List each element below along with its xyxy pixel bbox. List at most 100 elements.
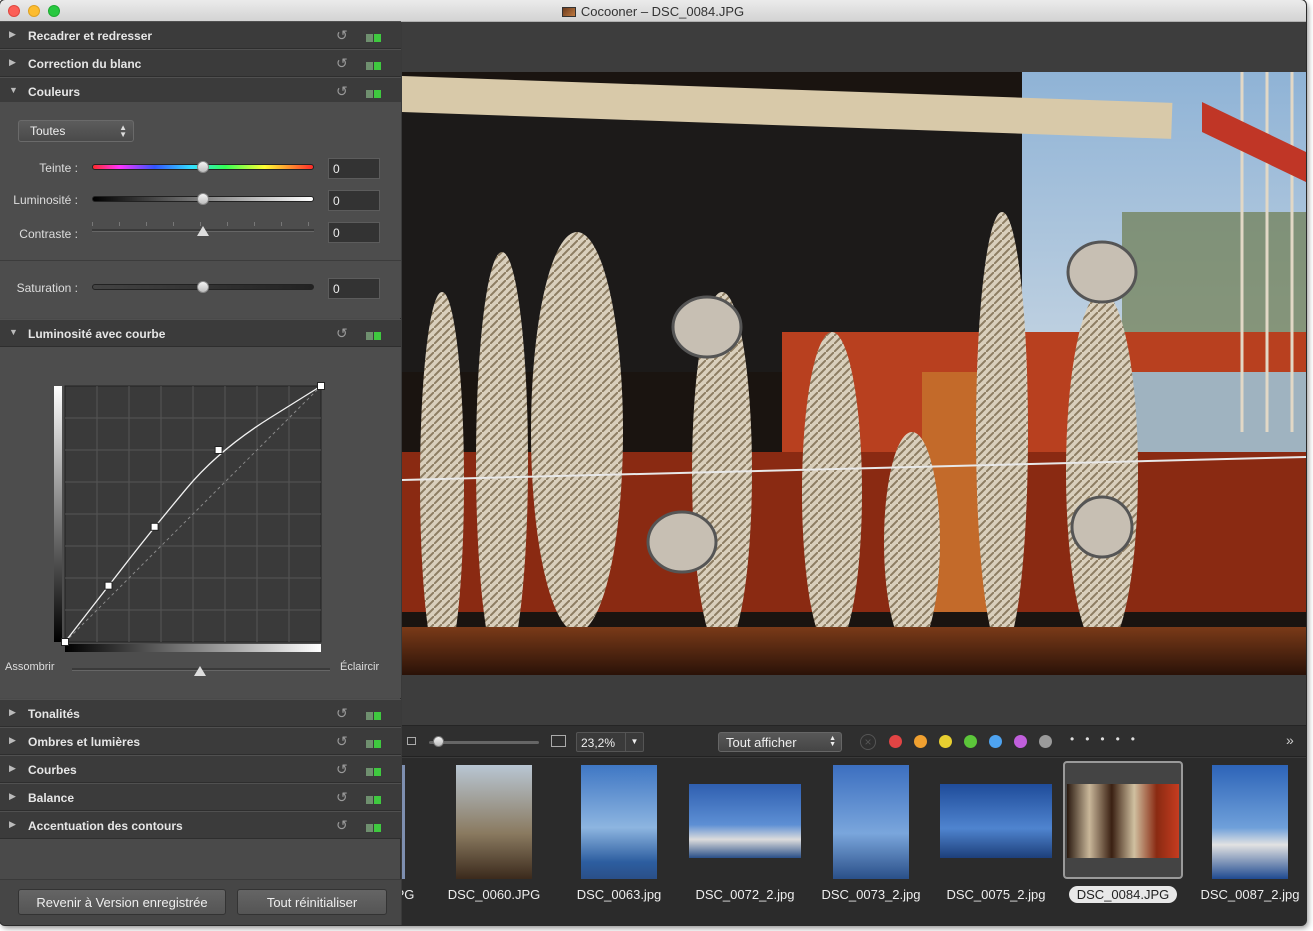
curve-control-point[interactable] xyxy=(104,581,113,590)
luminosite-label: Luminosité : xyxy=(13,193,78,207)
thumbnail-partial[interactable] xyxy=(402,765,405,879)
section-correction-blanc[interactable]: ▶ Correction du blanc ↺ xyxy=(0,49,401,77)
section-label: Balance xyxy=(28,791,75,805)
window-title-wrap: Cocooner – DSC_0084.JPG xyxy=(0,4,1306,19)
color-label-dot[interactable] xyxy=(889,735,902,748)
curve-control-point[interactable] xyxy=(61,638,69,646)
luminosite-field[interactable]: 0 xyxy=(328,190,380,211)
section-tonalites[interactable]: ▶ Tonalités ↺ xyxy=(0,699,401,727)
enable-toggle[interactable] xyxy=(366,821,382,832)
small-image-icon[interactable] xyxy=(407,737,416,745)
saturation-label: Saturation : xyxy=(16,281,78,295)
enable-toggle[interactable] xyxy=(366,329,382,340)
disclosure-right-icon[interactable]: ▶ xyxy=(9,763,16,774)
reset-icon[interactable]: ↺ xyxy=(336,817,348,834)
teinte-field[interactable]: 0 xyxy=(328,158,380,179)
thumbnail-name: DSC_0073_2.jpg xyxy=(821,887,921,902)
updown-arrows-icon: ▲ ▼ xyxy=(829,735,836,748)
color-label-dot[interactable] xyxy=(989,735,1002,748)
color-label-dot[interactable] xyxy=(914,735,927,748)
section-label: Correction du blanc xyxy=(28,57,142,71)
disclosure-right-icon[interactable]: ▶ xyxy=(9,57,16,68)
chevron-down-icon[interactable]: ▼ xyxy=(625,733,643,751)
curve-editor[interactable] xyxy=(0,347,401,698)
disclosure-right-icon[interactable]: ▶ xyxy=(9,707,16,718)
thumbnail-name: DSC_0084.JPG xyxy=(1068,886,1178,903)
thumbnail-dsc0084[interactable] xyxy=(1067,784,1179,858)
section-label: Ombres et lumières xyxy=(28,735,141,749)
enable-toggle[interactable] xyxy=(366,59,382,70)
curve-control-point[interactable] xyxy=(317,382,325,390)
thumbnail-dsc0072[interactable] xyxy=(689,784,801,858)
thumbnail-dsc0087[interactable] xyxy=(1212,765,1288,879)
thumbnail-name: DSC_0060.JPG xyxy=(447,887,541,902)
enable-toggle[interactable] xyxy=(366,793,382,804)
divider xyxy=(0,260,401,261)
section-accentuation[interactable]: ▶ Accentuation des contours ↺ xyxy=(0,811,401,839)
filter-select[interactable]: Tout afficher ▲ ▼ xyxy=(718,732,842,752)
thumbnail-dsc0073[interactable] xyxy=(833,765,909,879)
thumbnail-dsc0063[interactable] xyxy=(581,765,657,879)
color-label-dot[interactable] xyxy=(939,735,952,748)
reset-icon[interactable]: ↺ xyxy=(336,761,348,778)
section-couleurs[interactable]: ▼ Couleurs ↺ xyxy=(0,77,401,105)
saturation-field[interactable]: 0 xyxy=(328,278,380,299)
window-title: Cocooner – DSC_0084.JPG xyxy=(580,4,745,19)
section-courbes[interactable]: ▶ Courbes ↺ xyxy=(0,755,401,783)
rating-dots[interactable]: ••••• xyxy=(1070,732,1146,746)
reset-icon[interactable]: ↺ xyxy=(336,27,348,44)
section-label: Luminosité avec courbe xyxy=(28,327,166,341)
section-recadrer[interactable]: ▶ Recadrer et redresser ↺ xyxy=(0,21,401,49)
section-ombres-lumieres[interactable]: ▶ Ombres et lumières ↺ xyxy=(0,727,401,755)
section-luminosite-courbe[interactable]: ▼ Luminosité avec courbe ↺ xyxy=(0,319,401,347)
curve-control-point[interactable] xyxy=(150,522,159,531)
teinte-slider-knob[interactable] xyxy=(197,161,209,173)
color-label-dot[interactable] xyxy=(1039,735,1052,748)
main-photo[interactable] xyxy=(402,72,1306,675)
enable-toggle[interactable] xyxy=(366,709,382,720)
section-balance[interactable]: ▶ Balance ↺ xyxy=(0,783,401,811)
zoom-field[interactable]: 23,2% ▼ xyxy=(576,732,644,752)
enable-toggle[interactable] xyxy=(366,87,382,98)
saturation-slider-knob[interactable] xyxy=(197,281,209,293)
reset-icon[interactable]: ↺ xyxy=(336,325,348,342)
luminosite-slider-knob[interactable] xyxy=(197,193,209,205)
channel-select[interactable]: Toutes ▲ ▼ xyxy=(18,120,134,142)
reset-icon[interactable]: ↺ xyxy=(336,705,348,722)
disclosure-right-icon[interactable]: ▶ xyxy=(9,819,16,830)
disclosure-down-icon[interactable]: ▼ xyxy=(9,327,18,337)
reset-icon[interactable]: ↺ xyxy=(336,83,348,100)
contraste-slider-knob[interactable] xyxy=(197,226,209,236)
channel-select-value: Toutes xyxy=(30,124,66,138)
updown-arrows-icon: ▲ ▼ xyxy=(119,123,127,139)
output-gradient xyxy=(54,386,62,642)
bias-slider-knob[interactable] xyxy=(194,666,206,676)
input-gradient xyxy=(65,644,321,652)
large-image-icon[interactable] xyxy=(551,735,566,747)
enable-toggle[interactable] xyxy=(366,737,382,748)
reset-icon[interactable]: ↺ xyxy=(336,55,348,72)
thumbnail-dsc0060[interactable] xyxy=(456,765,532,879)
disclosure-right-icon[interactable]: ▶ xyxy=(9,735,16,746)
reset-icon[interactable]: ↺ xyxy=(336,733,348,750)
reset-all-button[interactable]: Tout réinitialiser xyxy=(237,889,387,915)
curve-control-point[interactable] xyxy=(214,446,223,454)
adjustments-panel: ▶ Recadrer et redresser ↺ ▶ Correction d… xyxy=(0,21,401,925)
enable-toggle[interactable] xyxy=(366,31,382,42)
thumbnail-name: DSC_0075_2.jpg xyxy=(946,887,1046,902)
no-label-icon[interactable]: × xyxy=(860,734,876,750)
contraste-field[interactable]: 0 xyxy=(328,222,380,243)
disclosure-down-icon[interactable]: ▼ xyxy=(9,85,18,95)
chevron-double-right-icon[interactable]: » xyxy=(1286,732,1294,748)
section-label: Recadrer et redresser xyxy=(28,29,153,43)
zoom-slider[interactable] xyxy=(429,741,539,744)
reset-icon[interactable]: ↺ xyxy=(336,789,348,806)
disclosure-right-icon[interactable]: ▶ xyxy=(9,791,16,802)
revert-button[interactable]: Revenir à Version enregistrée xyxy=(18,889,226,915)
disclosure-right-icon[interactable]: ▶ xyxy=(9,29,16,40)
thumbnail-dsc0075[interactable] xyxy=(940,784,1052,858)
color-label-dot[interactable] xyxy=(964,735,977,748)
enable-toggle[interactable] xyxy=(366,765,382,776)
zoom-slider-knob[interactable] xyxy=(433,736,444,747)
color-label-dot[interactable] xyxy=(1014,735,1027,748)
